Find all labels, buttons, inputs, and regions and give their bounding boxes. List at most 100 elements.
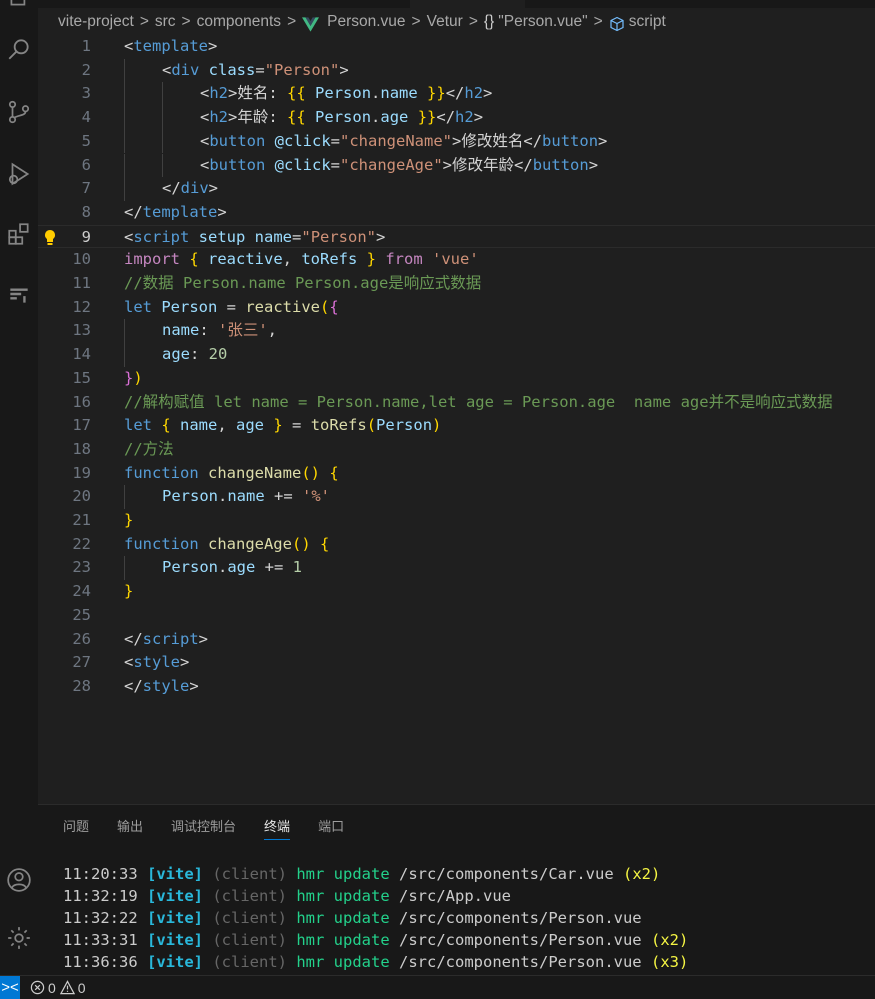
problems-status[interactable]: 0 0 <box>30 980 86 996</box>
code-line[interactable]: 13 name: '张三', <box>38 319 875 344</box>
breadcrumb-block[interactable]: "Person.vue" <box>498 13 587 31</box>
status-bar: >< 0 0 <box>0 975 875 999</box>
activity-bar <box>0 0 38 975</box>
chevron-right-icon: > <box>593 13 603 30</box>
remote-explorer-icon[interactable] <box>0 275 38 313</box>
line-number: 22 <box>72 534 91 553</box>
code-line[interactable]: 10 import { reactive, toRefs } from 'vue' <box>38 248 875 272</box>
code-line[interactable]: 27 <style> <box>38 651 875 675</box>
line-number: 28 <box>72 676 91 695</box>
line-number: 24 <box>72 582 91 601</box>
run-debug-icon[interactable] <box>0 155 38 193</box>
active-tab[interactable] <box>410 0 525 8</box>
line-number: 16 <box>72 392 91 411</box>
warning-count: 0 <box>77 979 86 996</box>
tab-output[interactable]: 输出 <box>103 817 157 845</box>
cube-icon <box>610 16 624 32</box>
tab-ports[interactable]: 端口 <box>304 817 358 845</box>
panel-tabs: 问题 输出 调试控制台 终端 端口 <box>38 817 358 845</box>
line-number: 3 <box>81 84 91 103</box>
code-line[interactable]: 25 <box>38 604 875 628</box>
warning-icon <box>59 980 75 995</box>
code-line[interactable]: 2 <div class="Person"> <box>38 58 875 83</box>
code-line[interactable]: 19 function changeName() { <box>38 462 875 486</box>
search-icon[interactable] <box>0 30 38 68</box>
code-line[interactable]: 23 Person.age += 1 <box>38 556 875 581</box>
code-line[interactable]: 3 <h2>姓名: {{ Person.name }}</h2> <box>38 82 875 107</box>
line-number: 10 <box>72 250 91 269</box>
explorer-icon[interactable] <box>0 0 38 16</box>
code-line[interactable]: 7 </div> <box>38 177 875 201</box>
code-line[interactable]: 16//解构赋值 let name = Person.name,let age … <box>38 391 875 415</box>
code-line[interactable]: 17 let { name, age } = toRefs(Person) <box>38 414 875 438</box>
line-number: 17 <box>72 416 91 435</box>
line-number: 13 <box>72 321 91 340</box>
settings-gear-icon[interactable] <box>0 919 38 957</box>
breadcrumb-script[interactable]: script <box>629 13 666 31</box>
code-line[interactable]: 21} <box>38 509 875 533</box>
breadcrumb-vetur[interactable]: Vetur <box>427 13 463 31</box>
line-number: 7 <box>81 179 91 198</box>
terminal-line: 11:32:22 [vite] (client) hmr update /src… <box>63 909 642 927</box>
code-line[interactable]: 24} <box>38 580 875 604</box>
line-number: 15 <box>72 368 91 387</box>
chevron-right-icon: > <box>139 13 149 30</box>
line-number: 6 <box>81 155 91 174</box>
line-number: 21 <box>72 511 91 529</box>
terminal-line: 11:33:31 [vite] (client) hmr update /src… <box>63 931 689 949</box>
line-number: 11 <box>72 274 91 292</box>
chevron-right-icon: > <box>287 13 297 30</box>
code-line[interactable]: 28 </style> <box>38 675 875 699</box>
code-line[interactable]: 14 age: 20 <box>38 343 875 367</box>
code-line[interactable]: 22 function changeAge() { <box>38 533 875 557</box>
line-number: 2 <box>81 60 91 79</box>
editor-tab-strip <box>38 0 875 8</box>
line-number: 1 <box>81 37 91 55</box>
chevron-right-icon: > <box>411 13 421 30</box>
error-icon <box>30 980 45 995</box>
code-line[interactable]: 12 let Person = reactive({ <box>38 296 875 320</box>
breadcrumb-project[interactable]: vite-project <box>58 13 134 31</box>
line-number: 26 <box>72 629 91 648</box>
tab-terminal[interactable]: 终端 <box>250 817 304 845</box>
error-count: 0 <box>48 979 56 996</box>
line-number: 5 <box>81 131 91 150</box>
extensions-icon[interactable] <box>0 215 38 253</box>
bottom-panel: 问题 输出 调试控制台 终端 端口 11:20:33 [vite] (clien… <box>38 804 875 975</box>
line-number: 20 <box>72 487 91 506</box>
terminal-line: 11:32:19 [vite] (client) hmr update /src… <box>63 887 511 905</box>
code-line[interactable]: 26 </script> <box>38 628 875 652</box>
line-number: 8 <box>81 202 91 221</box>
code-line[interactable]: 1 <template> <box>38 36 875 59</box>
tab-debug-console[interactable]: 调试控制台 <box>157 817 250 845</box>
line-number: 18 <box>72 439 91 458</box>
line-number: 12 <box>72 297 91 316</box>
terminal-line: 11:20:33 [vite] (client) hmr update /src… <box>63 865 661 883</box>
line-number: 27 <box>72 653 91 672</box>
line-number: 19 <box>72 463 91 482</box>
code-line[interactable]: 5 <button @click="changeName">修改姓名</butto… <box>38 129 875 154</box>
code-editor[interactable]: 1 <template> 2 <div class="Person"> 3 <h2>姓… <box>38 36 875 804</box>
line-number: 14 <box>72 345 91 364</box>
terminal-line: 11:36:36 [vite] (client) hmr update /src… <box>63 953 689 971</box>
code-line[interactable]: 8 </template> <box>38 201 875 225</box>
line-number: 25 <box>72 605 91 624</box>
remote-indicator-button[interactable]: >< <box>0 975 20 999</box>
code-line-current[interactable]: 9 <script setup name="Person"> <box>38 224 875 249</box>
code-line[interactable]: 15}) <box>38 367 875 391</box>
line-number: 4 <box>81 108 91 127</box>
breadcrumb-components[interactable]: components <box>197 13 281 31</box>
accounts-icon[interactable] <box>0 861 38 899</box>
chevron-right-icon: > <box>181 13 191 30</box>
terminal-output[interactable]: 11:20:33 [vite] (client) hmr update /src… <box>63 863 688 973</box>
tab-problems[interactable]: 问题 <box>49 817 103 845</box>
code-line[interactable]: 11//数据 Person.name Person.age是响应式数据 <box>38 272 875 296</box>
source-control-icon[interactable] <box>0 93 38 131</box>
code-line[interactable]: 6 <button @click="changeAge">修改年龄</button… <box>38 153 875 178</box>
code-line[interactable]: 4 <h2>年龄: {{ Person.age }}</h2> <box>38 106 875 130</box>
breadcrumb-src[interactable]: src <box>155 13 176 31</box>
breadcrumb: vite-project > src > components > Person… <box>38 8 875 36</box>
breadcrumb-file[interactable]: Person.vue <box>327 13 405 31</box>
code-line[interactable]: 20 Person.name += '%' <box>38 485 875 509</box>
code-line[interactable]: 18//方法 <box>38 438 875 462</box>
